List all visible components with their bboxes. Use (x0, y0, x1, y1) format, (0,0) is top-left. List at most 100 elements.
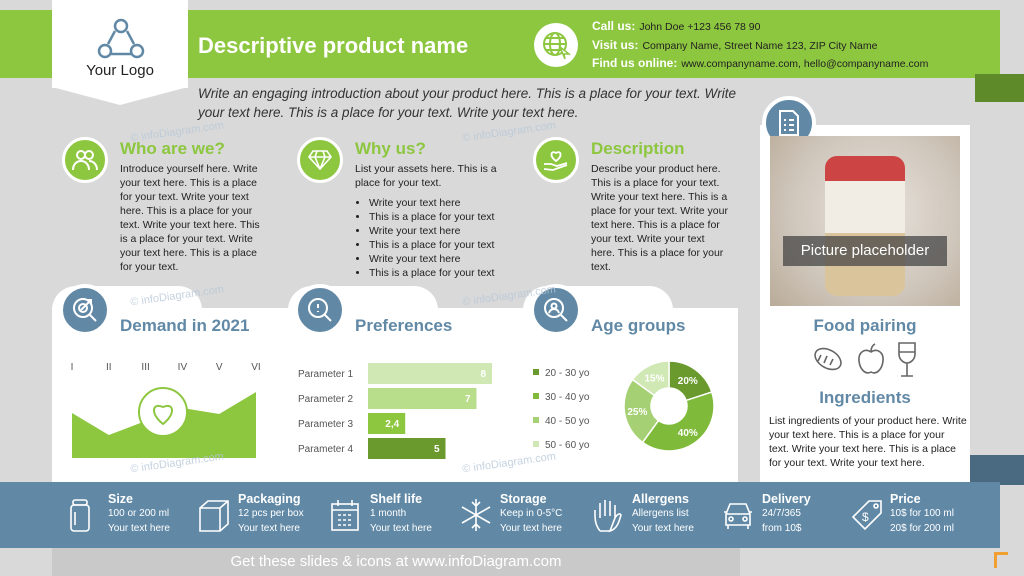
slice-label: 40% (678, 428, 698, 439)
feature-line: Your text here (632, 523, 694, 534)
demand-axis-label: IV (178, 362, 188, 373)
feature-line: 12 pcs per box (238, 508, 304, 519)
ingredients-title: Ingredients (819, 388, 911, 407)
search-icon (294, 284, 346, 336)
feature-line: from 10$ (762, 523, 802, 534)
who-text: Introduce yourself here. Write your text… (120, 163, 260, 273)
feature-line: 10$ for 100 ml (890, 508, 954, 519)
feature-text: Price 10$ for 100 ml 20$ for 200 ml (890, 492, 954, 536)
list-item: Write your text here (369, 252, 515, 266)
hand-icon (594, 500, 622, 533)
why-list: Write your text here This is a place for… (355, 196, 515, 280)
slice-label: 25% (627, 407, 647, 418)
brand-icon (994, 552, 1008, 568)
feature-title: Delivery (762, 492, 811, 506)
demand-title: Demand in 2021 (120, 316, 250, 335)
logo-text: Your Logo (86, 62, 154, 79)
feature-line: 20$ for 200 ml (890, 523, 954, 534)
demand-axis-label: I (71, 362, 74, 373)
contact-call: Call us: John Doe +123 456 78 90 (592, 19, 761, 33)
ingredients-text: List ingredients of your product here. W… (769, 415, 967, 469)
legend-label: 20 - 30 yo (545, 368, 590, 379)
feature-line: 100 or 200 ml (108, 508, 170, 519)
demand-axis-label: VI (251, 362, 260, 373)
demand-axis-label: V (216, 362, 223, 373)
slice-label: 20% (678, 376, 698, 387)
list-item: This is a place for your text (369, 238, 515, 252)
svg-text:$: $ (862, 510, 869, 524)
feature-text: Allergens Allergens list Your text here (632, 492, 694, 536)
feature-price: $ Price 10$ for 100 ml 20$ for 200 ml (850, 492, 954, 536)
bar-label: Parameter 4 (298, 444, 353, 455)
description-title: Description (591, 139, 685, 158)
feature-text: Packaging 12 pcs per box Your text here (238, 492, 304, 536)
header-fold (975, 74, 1024, 102)
preferences-title: Preferences (355, 316, 453, 335)
car-icon (724, 503, 752, 529)
feature-shelf-life: Shelf life 1 month Your text here (330, 492, 432, 536)
product-photo: Picture placeholder (770, 136, 960, 306)
bar-value: 5 (434, 444, 440, 455)
feature-text: Delivery 24/7/365 from 10$ (762, 492, 811, 536)
preferences-bar-chart: Parameter 1 8 Parameter 2 7 Parameter 3 2,4 Pa… (298, 363, 492, 459)
legend-swatch (533, 369, 539, 375)
bar-label: Parameter 2 (298, 394, 353, 405)
picture-placeholder-label: Picture placeholder (783, 236, 947, 266)
list-item: Write your text here (369, 196, 515, 210)
logo-box: Your Logo (52, 0, 188, 88)
heart-hand-icon (533, 137, 579, 183)
bar-value: 8 (480, 369, 486, 380)
snowflake-icon (461, 499, 491, 531)
demand-area-chart: I II III IV V VI (71, 362, 261, 458)
feature-size: Size 100 or 200 ml Your text here (68, 492, 170, 536)
feature-title: Packaging (238, 492, 301, 506)
list-item: This is a place for your text (369, 266, 515, 280)
apple-icon (858, 343, 884, 374)
why-text: List your assets here. This is a place f… (355, 163, 497, 189)
legend-label: 30 - 40 yo (545, 392, 590, 403)
bar-label: Parameter 3 (298, 419, 353, 430)
age-groups-title: Age groups (591, 316, 686, 335)
logo-tip (52, 87, 188, 105)
demand-axis-label: III (141, 362, 149, 373)
description-text: Describe your product here. This is a pl… (591, 163, 728, 273)
box-icon (199, 500, 229, 532)
bar-value: 2,4 (385, 419, 399, 430)
wine-glass-icon (898, 342, 916, 377)
contact-online[interactable]: Find us online: www.companyname.com, hell… (592, 56, 928, 70)
feature-line: 24/7/365 (762, 508, 801, 519)
footer-text[interactable]: Get these slides & icons at www.infoDiag… (52, 548, 740, 576)
bar (368, 388, 477, 409)
feature-storage: Storage Keep in 0-5°C Your text here (460, 492, 562, 536)
target-search-icon (59, 284, 111, 336)
feature-allergens: Allergens Allergens list Your text here (592, 492, 694, 536)
page-title: Descriptive product name (198, 33, 469, 58)
legend-label: 50 - 60 yo (545, 440, 590, 451)
food-pairing-title: Food pairing (813, 316, 917, 335)
feature-text: Shelf life 1 month Your text here (370, 492, 432, 536)
contact-visit: Visit us: Company Name, Street Name 123, … (592, 38, 878, 52)
feature-text: Storage Keep in 0-5°C Your text here (500, 492, 562, 536)
bar-label: Parameter 1 (298, 369, 353, 380)
people-icon (62, 137, 108, 183)
intro-text: Write an engaging introduction about you… (198, 86, 737, 120)
bar (368, 363, 492, 384)
feature-line: 1 month (370, 508, 407, 519)
feature-line: Your text here (370, 523, 432, 534)
diamond-icon (297, 137, 343, 183)
feature-title: Shelf life (370, 492, 423, 506)
jar-icon (70, 499, 90, 532)
feature-title: Storage (500, 492, 547, 506)
legend-label: 40 - 50 yo (545, 416, 590, 427)
feature-line: Your text here (108, 523, 170, 534)
slice-label: 15% (644, 373, 664, 384)
decor-block (970, 455, 1024, 485)
feature-line: Allergens list (632, 508, 689, 519)
list-item: Write your text here (369, 224, 515, 238)
heart-badge (138, 387, 188, 437)
feature-line: Your text here (500, 523, 562, 534)
bread-icon (814, 347, 842, 371)
age-donut-chart: 20 - 30 yo 20% 30 - 40 yo 40% 40 - 50 yo 25% 5… (533, 360, 715, 452)
feature-delivery: Delivery 24/7/365 from 10$ (722, 492, 811, 536)
feature-title: Size (108, 492, 134, 506)
